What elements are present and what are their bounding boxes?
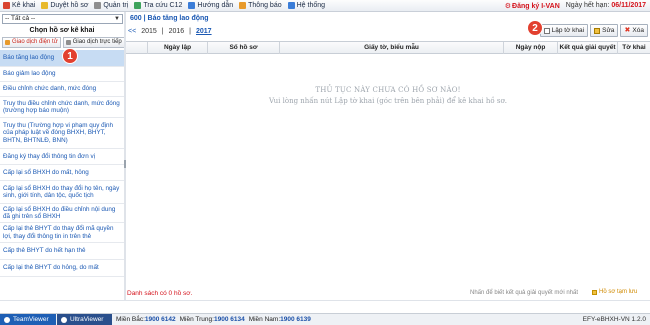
app-window: Kê khai Duyệt hồ sơ Quản trị Tra cứu C12… bbox=[0, 0, 650, 325]
direct-icon bbox=[65, 40, 71, 45]
notification-icon bbox=[239, 2, 247, 9]
year-prev-link[interactable]: << bbox=[128, 28, 136, 35]
ultraviewer-icon bbox=[61, 316, 67, 323]
callout-badge-1: 1 bbox=[62, 48, 78, 64]
column-header[interactable]: Tờ khai bbox=[618, 42, 650, 54]
record-toolbar: Lập tờ khai Sửa ✖ Xóa bbox=[539, 24, 648, 37]
expiry-date: 06/11/2017 bbox=[611, 2, 646, 9]
record-count: Danh sách có 0 hồ sơ. bbox=[127, 290, 193, 297]
teamviewer-button[interactable]: TeamViewer bbox=[0, 313, 56, 325]
list-item[interactable]: Cấp lại thẻ BHYT do thay đổi mã quyền lợ… bbox=[0, 223, 124, 243]
list-item[interactable]: Cấp lại sổ BHXH do mất, hỏng bbox=[0, 165, 124, 181]
breadcrumb: 600 | Báo tăng lao động bbox=[130, 15, 209, 22]
teamviewer-icon bbox=[4, 316, 10, 323]
list-item[interactable]: Điều chỉnh chức danh, mức đóng bbox=[0, 82, 124, 97]
electronic-icon bbox=[5, 40, 10, 45]
empty-state-title: THỦ TỤC NÀY CHƯA CÓ HỒ SƠ NÀO! bbox=[315, 86, 461, 94]
edit-button[interactable]: Sửa bbox=[590, 24, 619, 37]
menu-lookup[interactable]: Tra cứu C12 bbox=[131, 0, 185, 12]
lookup-icon bbox=[134, 2, 142, 9]
help-icon bbox=[188, 2, 196, 9]
list-item[interactable]: Cấp lại sổ BHXH do điều chỉnh nội dung đ… bbox=[0, 204, 124, 223]
main-content: 600 | Báo tăng lao động << 2015 | 2016 |… bbox=[126, 12, 650, 300]
list-item[interactable]: Báo giảm lao động bbox=[0, 67, 124, 82]
hotline-south: Miền Nam:1900 6139 bbox=[248, 316, 311, 323]
draft-records-link[interactable]: Hồ sơ tạm lưu bbox=[592, 289, 637, 295]
year-selector: << 2015 | 2016 | 2017 bbox=[128, 28, 212, 35]
delete-button[interactable]: ✖ Xóa bbox=[620, 24, 648, 37]
empty-state-hint: Vui lòng nhấn nút Lập tờ khai (góc trên … bbox=[269, 97, 507, 105]
menu-system[interactable]: Hệ thống bbox=[285, 0, 328, 12]
gear-icon: ⚙ bbox=[504, 2, 512, 10]
menu-help[interactable]: Hướng dẫn bbox=[185, 0, 236, 12]
menu-declare[interactable]: Kê khai bbox=[0, 0, 38, 12]
list-item[interactable]: Cấp lại thẻ BHYT do hỏng, do mất bbox=[0, 260, 124, 277]
year-link-active[interactable]: 2017 bbox=[196, 28, 212, 35]
account-info: ⚙Đăng ký I-VAN Ngày hết hạn: 06/11/2017 bbox=[505, 2, 650, 10]
create-declaration-button[interactable]: Lập tờ khai bbox=[539, 24, 589, 37]
list-item[interactable]: Truy thu (Trường hợp vi phạm quy định củ… bbox=[0, 118, 124, 149]
menu-admin[interactable]: Quản trị bbox=[91, 0, 131, 12]
list-item[interactable]: Đăng ký thay đổi thông tin đơn vị bbox=[0, 149, 124, 165]
callout-badge-2: 2 bbox=[527, 20, 543, 36]
status-bar: TeamViewer UltraViewer Miền Bắc:1900 614… bbox=[0, 313, 650, 325]
records-table-header: Ngày lập Số hồ sơ Giấy tờ, biểu mẫu Ngày… bbox=[126, 41, 650, 54]
expiry-label: Ngày hết hạn: bbox=[565, 2, 610, 9]
delete-icon: ✖ bbox=[624, 26, 631, 34]
edit-icon bbox=[594, 27, 601, 34]
list-item[interactable]: Cấp thẻ BHYT do hết hạn thẻ bbox=[0, 243, 124, 260]
sidebar-title: Chọn hồ sơ kê khai bbox=[29, 27, 95, 34]
filter-select[interactable]: -- Tất cả -- ▼ bbox=[2, 14, 123, 24]
menu-review[interactable]: Duyệt hồ sơ bbox=[38, 0, 91, 12]
ultraviewer-button[interactable]: UltraViewer bbox=[57, 313, 112, 325]
list-item[interactable]: Cấp lại sổ BHXH do thay đổi họ tên, ngày… bbox=[0, 181, 124, 204]
spacer bbox=[0, 300, 650, 313]
column-header[interactable]: Giấy tờ, biểu mẫu bbox=[280, 42, 504, 54]
document-icon bbox=[543, 27, 550, 34]
tab-direct-transaction[interactable]: Giao dịch trực tiếp bbox=[62, 37, 125, 48]
main-menubar: Kê khai Duyệt hồ sơ Quản trị Tra cứu C12… bbox=[0, 0, 650, 12]
list-item[interactable]: Truy thu điều chỉnh chức danh, mức đóng … bbox=[0, 97, 124, 118]
result-hint-link[interactable]: Nhấn để biết kết quả giải quyết mới nhất bbox=[470, 290, 578, 296]
system-icon bbox=[287, 2, 295, 9]
select-column[interactable] bbox=[126, 42, 148, 54]
app-version: EFY-eBHXH-VN 1.2.0 bbox=[582, 316, 646, 323]
list-footer: Danh sách có 0 hồ sơ. Nhấn để biết kết q… bbox=[0, 288, 650, 300]
admin-icon bbox=[94, 2, 102, 9]
declare-icon bbox=[3, 2, 10, 9]
sidebar-tabs: Giao dịch điện tử Giao dịch trực tiếp bbox=[2, 37, 125, 49]
chevron-down-icon: ▼ bbox=[114, 16, 120, 22]
column-header[interactable]: Ngày nộp bbox=[504, 42, 558, 54]
year-link[interactable]: 2016 bbox=[169, 28, 185, 35]
register-ivan-link[interactable]: ⚙Đăng ký I-VAN bbox=[505, 2, 560, 10]
review-icon bbox=[41, 2, 49, 9]
procedure-list: Báo tăng lao động Báo giảm lao động Điều… bbox=[0, 50, 124, 300]
year-link[interactable]: 2015 bbox=[141, 28, 157, 35]
menu-notification[interactable]: Thông báo bbox=[236, 0, 284, 12]
column-header[interactable]: Ngày lập bbox=[148, 42, 208, 54]
hotline-north: Miền Bắc:1900 6142 bbox=[116, 316, 176, 323]
column-header[interactable]: Kết quả giải quyết bbox=[558, 42, 618, 54]
tab-electronic-transaction[interactable]: Giao dịch điện tử bbox=[2, 37, 61, 48]
folder-icon bbox=[592, 289, 597, 295]
hotline-central: Miền Trung:1900 6134 bbox=[179, 316, 245, 323]
column-header[interactable]: Số hồ sơ bbox=[208, 42, 280, 54]
